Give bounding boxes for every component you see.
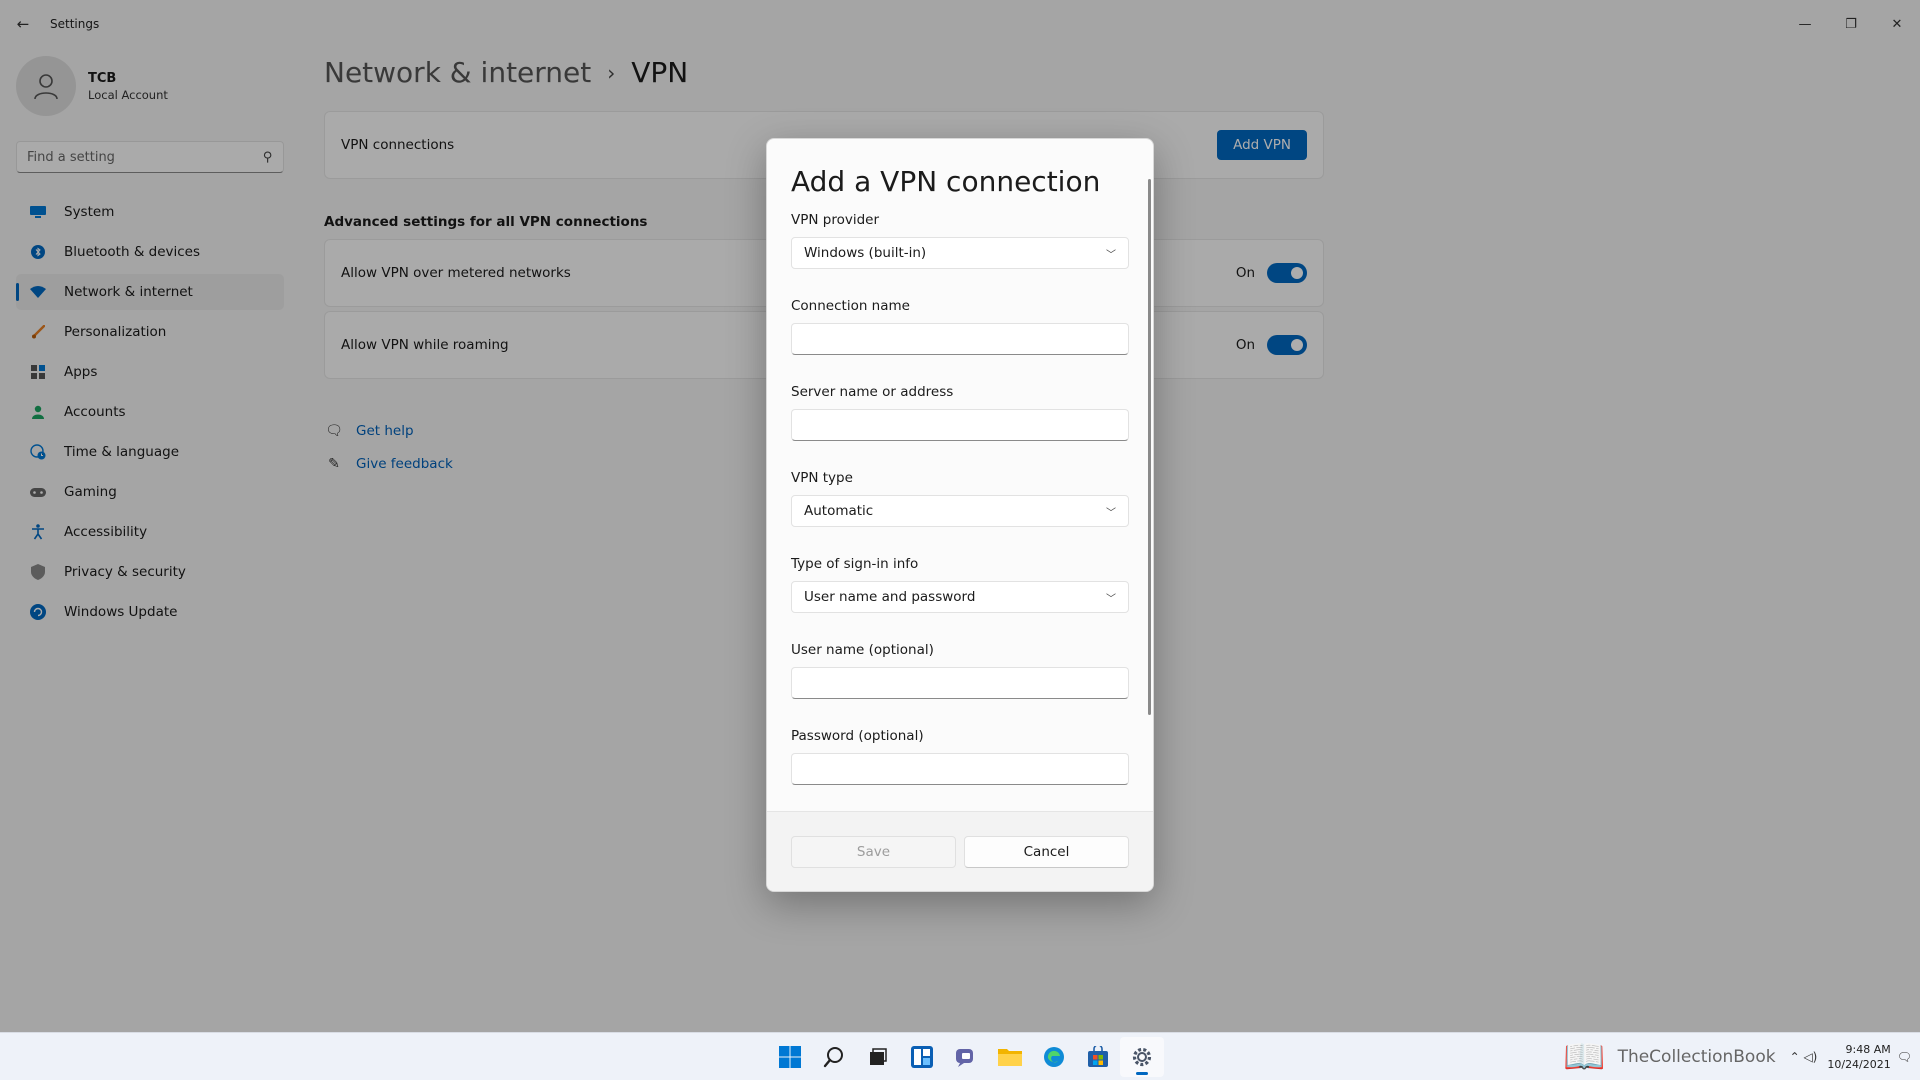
add-vpn-dialog: Add a VPN connection VPN provider Window… <box>766 138 1154 892</box>
windows-logo-icon <box>779 1046 801 1068</box>
watermark: 📖 TheCollectionBook <box>1563 1037 1775 1077</box>
search-icon <box>823 1047 843 1068</box>
chevron-down-icon: ﹀ <box>1106 593 1116 605</box>
username-field[interactable] <box>791 667 1129 699</box>
task-view-button[interactable] <box>856 1037 900 1077</box>
server-label: Server name or address <box>791 384 954 400</box>
dialog-content: Add a VPN connection VPN provider Window… <box>767 139 1153 811</box>
chat-icon <box>956 1049 973 1067</box>
chevron-down-icon: ﹀ <box>1106 249 1116 261</box>
clock-time: 9:48 AM <box>1845 1043 1891 1056</box>
dialog-title: Add a VPN connection <box>791 165 1101 198</box>
start-button[interactable] <box>768 1037 812 1077</box>
dialog-footer: Save Cancel <box>767 811 1153 891</box>
signin-type-label: Type of sign-in info <box>791 556 919 572</box>
username-label: User name (optional) <box>791 642 934 658</box>
password-input[interactable] <box>804 761 1116 777</box>
widgets-button[interactable] <box>900 1037 944 1077</box>
settings-app-button[interactable] <box>1120 1037 1164 1077</box>
password-label: Password (optional) <box>791 728 924 744</box>
vpn-provider-value: Windows (built-in) <box>804 245 927 261</box>
vpn-provider-label: VPN provider <box>791 212 880 228</box>
teams-chat-button[interactable] <box>944 1037 988 1077</box>
notification-icon[interactable]: 🗨 <box>1897 1050 1912 1064</box>
server-field[interactable] <box>791 409 1129 441</box>
signin-type-select[interactable]: User name and password ﹀ <box>791 581 1129 613</box>
settings-window: ← Settings — ❐ ✕ TCB Local Account ⚲ <box>0 0 1920 1032</box>
username-input[interactable] <box>804 675 1116 691</box>
store-button[interactable] <box>1076 1037 1120 1077</box>
file-explorer-button[interactable] <box>988 1037 1032 1077</box>
signin-type-value: User name and password <box>804 589 976 605</box>
chevron-down-icon: ﹀ <box>1106 507 1116 519</box>
edge-icon <box>1044 1047 1064 1067</box>
widgets-icon <box>911 1046 933 1068</box>
password-field[interactable] <box>791 753 1129 785</box>
clock[interactable]: 9:48 AM 10/24/2021 <box>1827 1042 1890 1072</box>
server-input[interactable] <box>804 417 1116 433</box>
connection-name-input[interactable] <box>804 331 1116 347</box>
folder-icon <box>998 1049 1022 1066</box>
taskbar-apps <box>768 1037 1164 1077</box>
connection-name-label: Connection name <box>791 298 910 314</box>
vpn-provider-select[interactable]: Windows (built-in) ﹀ <box>791 237 1129 269</box>
dialog-scrollbar[interactable] <box>1148 179 1151 715</box>
vpn-type-value: Automatic <box>804 503 874 519</box>
clock-date: 10/24/2021 <box>1827 1058 1891 1071</box>
watermark-text: TheCollectionBook <box>1617 1047 1776 1067</box>
store-icon <box>1088 1046 1108 1067</box>
taskbar: 📖 TheCollectionBook ⌃ ◁) 9:48 AM 10/24/2… <box>0 1032 1920 1080</box>
cancel-button[interactable]: Cancel <box>964 835 1129 868</box>
vpn-type-select[interactable]: Automatic ﹀ <box>791 495 1129 527</box>
system-tray: 📖 TheCollectionBook ⌃ ◁) 9:48 AM 10/24/2… <box>1563 1033 1912 1080</box>
edge-browser-button[interactable] <box>1032 1037 1076 1077</box>
tray-icons[interactable]: ⌃ ◁) <box>1790 1050 1818 1064</box>
gear-icon <box>1132 1047 1152 1067</box>
taskbar-search-button[interactable] <box>812 1037 856 1077</box>
book-icon: 📖 <box>1563 1037 1606 1077</box>
vpn-type-label: VPN type <box>791 470 853 486</box>
task-view-icon <box>870 1048 887 1065</box>
connection-name-field[interactable] <box>791 323 1129 355</box>
save-button[interactable]: Save <box>791 835 956 868</box>
